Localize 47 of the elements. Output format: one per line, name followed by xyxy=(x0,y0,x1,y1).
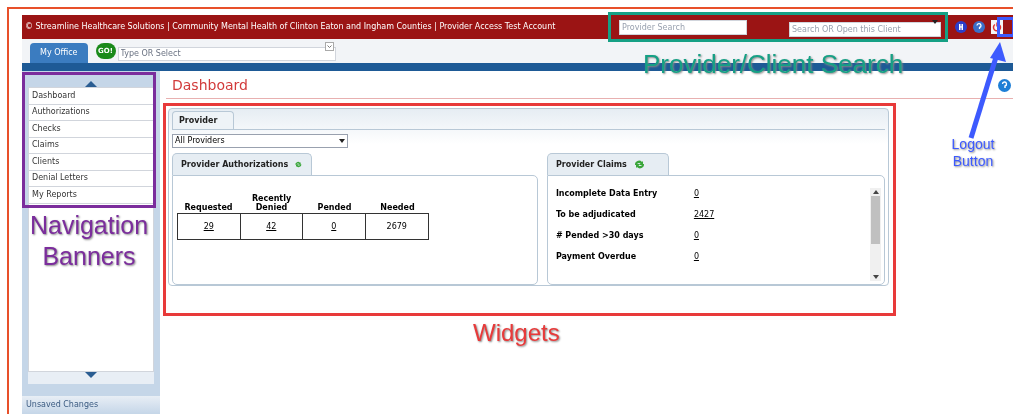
claim-count-link[interactable]: 0 xyxy=(693,251,699,263)
nav-item[interactable]: Clients xyxy=(29,154,153,171)
claim-count-link[interactable]: 2427 xyxy=(693,209,715,221)
column-header: Recently Denied xyxy=(250,194,293,212)
claim-label: Incomplete Data Entry xyxy=(555,188,659,200)
caret-icon xyxy=(932,20,938,24)
table-cell-text: 2679 xyxy=(385,220,408,233)
unsaved-changes-link[interactable]: Unsaved Changes xyxy=(22,396,160,414)
column-header: Requested xyxy=(184,203,233,212)
provider-tab[interactable]: Provider xyxy=(172,111,234,129)
nav-item[interactable]: Denial Letters xyxy=(29,170,153,187)
provider-select[interactable]: All Providers xyxy=(172,134,348,148)
caret-icon xyxy=(339,139,345,143)
nav-item[interactable]: Authorizations xyxy=(29,104,153,121)
claim-count-link[interactable]: 0 xyxy=(693,230,699,242)
help-icon[interactable] xyxy=(998,79,1011,92)
table-cell[interactable]: 0 xyxy=(303,214,366,239)
scrollbar[interactable] xyxy=(870,188,881,281)
refresh-icon[interactable] xyxy=(294,159,303,170)
claim-count-link[interactable]: 0 xyxy=(693,188,699,200)
callout-label: Widgets xyxy=(473,318,560,348)
widget-title: Provider Claims xyxy=(555,158,627,171)
scroll-down-icon[interactable] xyxy=(872,275,879,279)
header-text: © Streamline Healthcare Solutions | Community Mental Health of Clinton Eaton and Ingham Counties | Provider Access Test Account xyxy=(25,21,557,33)
nav-item[interactable]: Checks xyxy=(29,121,153,138)
nav-item[interactable]: Claims xyxy=(29,137,153,154)
help-h-icon[interactable] xyxy=(955,21,967,33)
quick-select-field[interactable]: Type OR Select xyxy=(117,46,336,61)
table-cell[interactable]: 42 xyxy=(240,214,303,239)
nav-item[interactable]: Dashboard xyxy=(29,88,153,105)
column-header: Pended xyxy=(317,203,352,212)
widget-title: Provider Authorizations xyxy=(181,158,289,171)
my-office-tab[interactable]: My Office xyxy=(30,43,88,63)
caret-icon xyxy=(324,41,334,51)
column-header: Needed xyxy=(380,203,415,212)
claim-label: # Pended >30 days xyxy=(555,230,645,242)
help-icon[interactable] xyxy=(973,21,985,33)
provider-search-field[interactable]: Provider Search xyxy=(619,19,747,35)
page-title: Dashboard xyxy=(171,76,248,95)
claim-label: Payment Overdue xyxy=(555,251,638,263)
callout-label: Navigation Banners xyxy=(28,210,150,272)
callout-label: Logout Button xyxy=(950,136,996,170)
nav-item[interactable]: My Reports xyxy=(29,187,153,204)
claim-label: To be adjudicated xyxy=(555,209,637,221)
client-search-field[interactable]: Search OR Open this Client xyxy=(789,22,941,37)
table-cell[interactable]: 29 xyxy=(178,214,241,239)
refresh-icon[interactable] xyxy=(632,159,646,170)
